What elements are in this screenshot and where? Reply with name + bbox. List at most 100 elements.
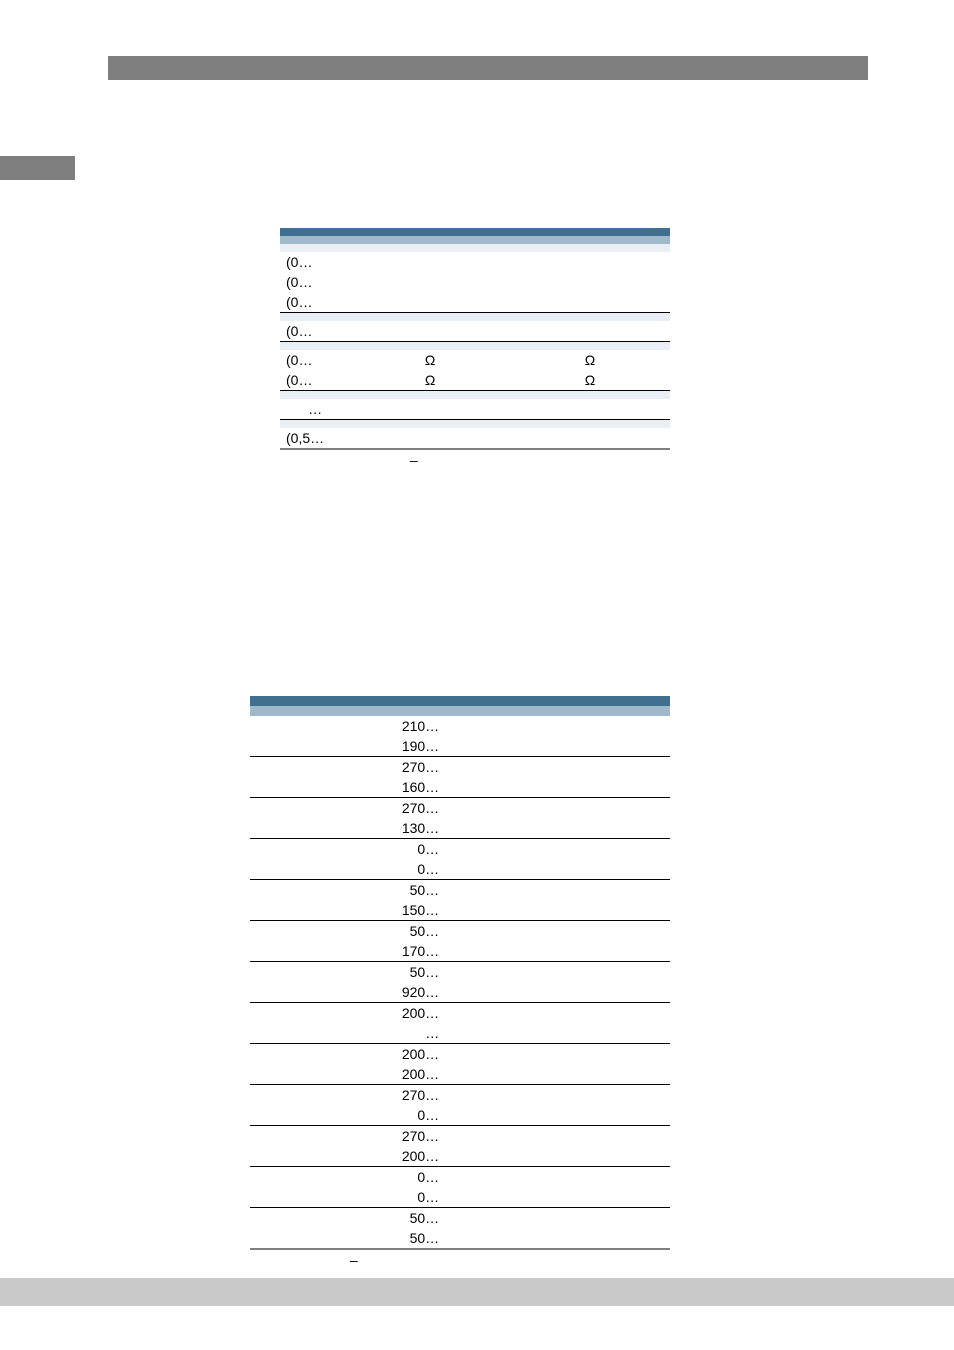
cell: [443, 736, 670, 757]
cell: [443, 1023, 670, 1044]
table1-section: [280, 244, 670, 252]
cell: [443, 818, 670, 839]
table-row: 0…: [250, 1105, 670, 1126]
table-row: 200…: [250, 1064, 670, 1085]
cell: 50…: [250, 1228, 443, 1249]
cell: [443, 839, 670, 860]
table-row: 200…: [250, 1146, 670, 1167]
cell: [443, 1003, 670, 1024]
cell: [443, 880, 670, 901]
cell: (0…: [280, 292, 350, 313]
cell: 270…: [250, 798, 443, 819]
cell: 130…: [250, 818, 443, 839]
table1-section: [280, 342, 670, 351]
cell: [443, 1228, 670, 1249]
table-row: (0… Ω Ω: [280, 370, 670, 391]
cell: 0…: [250, 1187, 443, 1208]
cell: 150…: [250, 900, 443, 921]
cell: [443, 982, 670, 1003]
cell: [443, 716, 670, 736]
cell: [443, 1064, 670, 1085]
table-row: …: [280, 399, 670, 420]
table-row: 50…: [250, 921, 670, 942]
sidebar-tab: [0, 156, 75, 180]
table-row: (0,5…: [280, 428, 670, 449]
cell: 50…: [250, 1208, 443, 1229]
table-row: 920…: [250, 982, 670, 1003]
table-row: 50…: [250, 1208, 670, 1229]
table-row: 170…: [250, 941, 670, 962]
cell: 200…: [250, 1044, 443, 1065]
cell: [443, 1105, 670, 1126]
cell: (0…: [280, 350, 350, 370]
cell: [443, 859, 670, 880]
cell: [510, 399, 670, 420]
table1-container: (0… (0… (0… (0… (0…: [280, 228, 670, 470]
cell: 270…: [250, 1126, 443, 1147]
table-row: (0…: [280, 292, 670, 313]
table-row: 270…: [250, 757, 670, 778]
cell: 270…: [250, 1085, 443, 1106]
cell: 200…: [250, 1064, 443, 1085]
cell: [443, 962, 670, 983]
table-row: 0…: [250, 1187, 670, 1208]
cell: 170…: [250, 941, 443, 962]
table-row: 130…: [250, 818, 670, 839]
table1: (0… (0… (0… (0… (0…: [280, 228, 670, 450]
cell: [350, 252, 510, 272]
cell: 50…: [250, 921, 443, 942]
cell: (0…: [280, 272, 350, 292]
table2: 210… 190… 270… 160… 270… 130… 0… 0… 50… …: [250, 696, 670, 1250]
cell: 0…: [250, 839, 443, 860]
cell: 270…: [250, 757, 443, 778]
table1-section: [280, 313, 670, 322]
cell: (0…: [280, 252, 350, 272]
cell: 200…: [250, 1003, 443, 1024]
cell: [350, 399, 510, 420]
table2-subheader: [250, 706, 670, 716]
table-row: 50…: [250, 1228, 670, 1249]
table-row: (0… Ω Ω: [280, 350, 670, 370]
table-row: 210…: [250, 716, 670, 736]
table-row: 200…: [250, 1003, 670, 1024]
cell: Ω: [510, 370, 670, 391]
table1-section: [280, 391, 670, 400]
cell: Ω: [350, 370, 510, 391]
cell: …: [280, 399, 350, 420]
cell: (0,5…: [280, 428, 350, 449]
cell: [443, 1208, 670, 1229]
cell: [443, 941, 670, 962]
table-row: 50…: [250, 962, 670, 983]
cell: [443, 777, 670, 798]
table-row: 150…: [250, 900, 670, 921]
cell: [350, 321, 510, 342]
table-row: 0…: [250, 839, 670, 860]
cell: 0…: [250, 1167, 443, 1188]
cell: 190…: [250, 736, 443, 757]
cell: Ω: [510, 350, 670, 370]
cell: [510, 321, 670, 342]
table2-footnote-dash: –: [250, 1250, 670, 1270]
table-row: 270…: [250, 798, 670, 819]
cell: [443, 757, 670, 778]
table2-container: 210… 190… 270… 160… 270… 130… 0… 0… 50… …: [250, 696, 670, 1270]
cell: [350, 428, 510, 449]
table1-section: [280, 420, 670, 429]
cell: 160…: [250, 777, 443, 798]
cell: [350, 292, 510, 313]
table1-header: [280, 228, 670, 236]
cell: [443, 798, 670, 819]
cell: 920…: [250, 982, 443, 1003]
table-row: 200…: [250, 1044, 670, 1065]
cell: 50…: [250, 962, 443, 983]
cell: 0…: [250, 859, 443, 880]
table-row: 50…: [250, 880, 670, 901]
table-row: (0…: [280, 321, 670, 342]
cell: 200…: [250, 1146, 443, 1167]
table-row: 0…: [250, 859, 670, 880]
table-row: (0…: [280, 272, 670, 292]
cell: …: [250, 1023, 443, 1044]
cell: [510, 292, 670, 313]
table-row: 270…: [250, 1126, 670, 1147]
table-row: 0…: [250, 1167, 670, 1188]
